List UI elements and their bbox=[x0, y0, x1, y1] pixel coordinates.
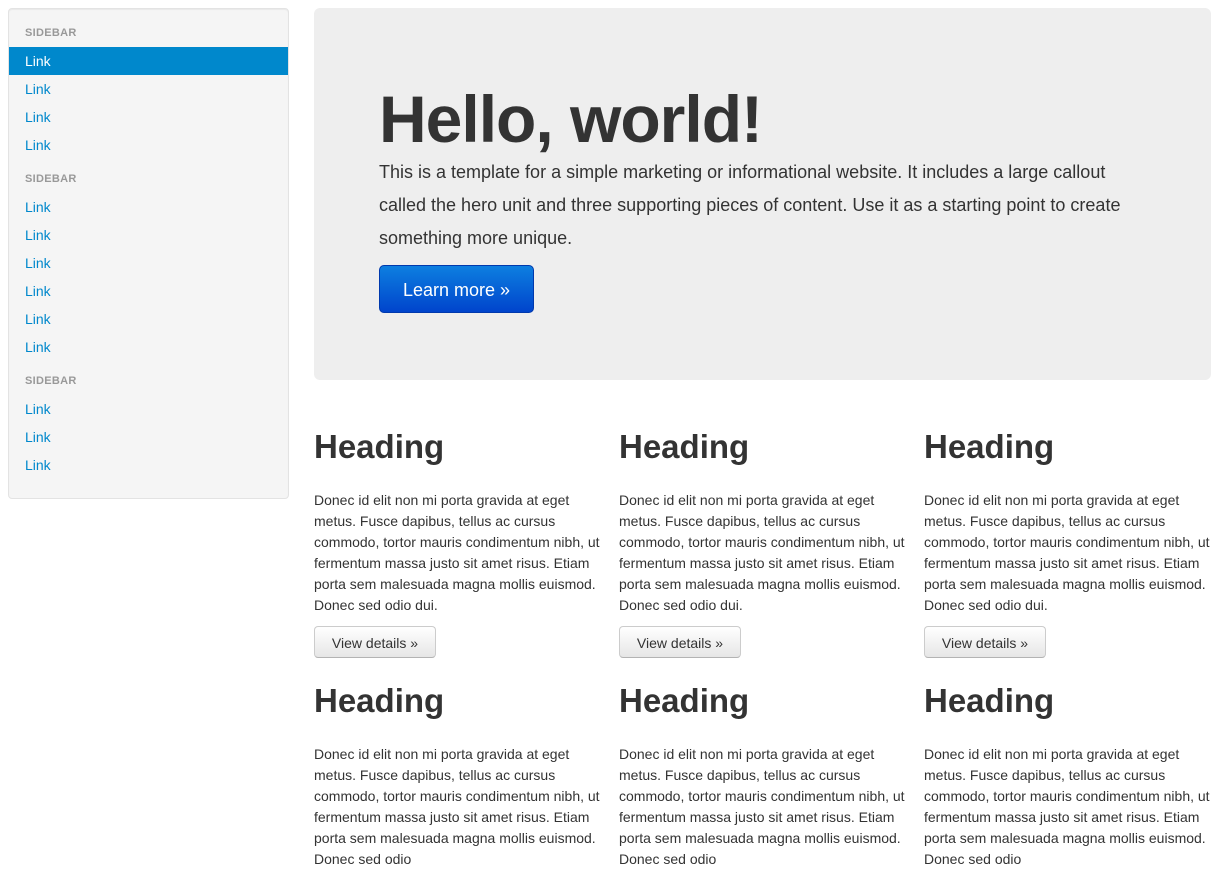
column-text: Donec id elit non mi porta gravida at eg… bbox=[314, 492, 600, 613]
view-details-button[interactable]: View details » bbox=[619, 626, 741, 658]
sidebar-link[interactable]: Link bbox=[9, 193, 288, 221]
sidebar-link[interactable]: Link bbox=[9, 423, 288, 451]
content-column: Heading Donec id elit non mi porta gravi… bbox=[619, 420, 905, 658]
column-text: Donec id elit non mi porta gravida at eg… bbox=[924, 492, 1210, 613]
sidebar-link[interactable]: Link bbox=[9, 75, 288, 103]
column-heading: Heading bbox=[924, 682, 1055, 719]
hero-title: Hello, world! bbox=[379, 82, 763, 156]
content-grid: Heading Donec id elit non mi porta gravi… bbox=[314, 420, 1211, 870]
column-text: Donec id elit non mi porta gravida at eg… bbox=[924, 746, 1210, 867]
sidebar-link[interactable]: Link bbox=[9, 131, 288, 159]
column-heading: Heading bbox=[314, 428, 445, 465]
sidebar-header: SIDEBAR bbox=[25, 173, 77, 185]
column-heading: Heading bbox=[314, 682, 445, 719]
sidebar-link-active[interactable]: Link bbox=[9, 47, 288, 75]
content-row: Heading Donec id elit non mi porta gravi… bbox=[314, 674, 1211, 870]
view-details-button[interactable]: View details » bbox=[924, 626, 1046, 658]
content-column: Heading Donec id elit non mi porta gravi… bbox=[314, 674, 600, 870]
sidebar-link[interactable]: Link bbox=[9, 395, 288, 423]
sidebar-header: SIDEBAR bbox=[25, 375, 77, 387]
sidebar-link[interactable]: Link bbox=[9, 451, 288, 479]
content-column: Heading Donec id elit non mi porta gravi… bbox=[314, 420, 600, 658]
page: SIDEBAR Link Link Link Link SIDEBAR Link… bbox=[0, 0, 1219, 878]
hero-unit: Hello, world! This is a template for a s… bbox=[314, 8, 1211, 380]
content-column: Heading Donec id elit non mi porta gravi… bbox=[619, 674, 905, 870]
sidebar-link[interactable]: Link bbox=[9, 249, 288, 277]
column-heading: Heading bbox=[924, 428, 1055, 465]
sidebar-link[interactable]: Link bbox=[9, 277, 288, 305]
view-details-button[interactable]: View details » bbox=[314, 626, 436, 658]
learn-more-button[interactable]: Learn more » bbox=[379, 265, 534, 313]
sidebar-link[interactable]: Link bbox=[9, 305, 288, 333]
column-text: Donec id elit non mi porta gravida at eg… bbox=[619, 492, 905, 613]
sidebar-header: SIDEBAR bbox=[25, 27, 77, 39]
sidebar-link[interactable]: Link bbox=[9, 333, 288, 361]
column-heading: Heading bbox=[619, 428, 750, 465]
hero-text: This is a template for a simple marketin… bbox=[379, 162, 1121, 248]
sidebar-link[interactable]: Link bbox=[9, 221, 288, 249]
sidebar: SIDEBAR Link Link Link Link SIDEBAR Link… bbox=[8, 8, 289, 499]
column-text: Donec id elit non mi porta gravida at eg… bbox=[314, 746, 600, 867]
column-heading: Heading bbox=[619, 682, 750, 719]
sidebar-link[interactable]: Link bbox=[9, 103, 288, 131]
column-text: Donec id elit non mi porta gravida at eg… bbox=[619, 746, 905, 867]
content-column: Heading Donec id elit non mi porta gravi… bbox=[924, 420, 1210, 658]
content-column: Heading Donec id elit non mi porta gravi… bbox=[924, 674, 1210, 870]
content-row: Heading Donec id elit non mi porta gravi… bbox=[314, 420, 1211, 658]
